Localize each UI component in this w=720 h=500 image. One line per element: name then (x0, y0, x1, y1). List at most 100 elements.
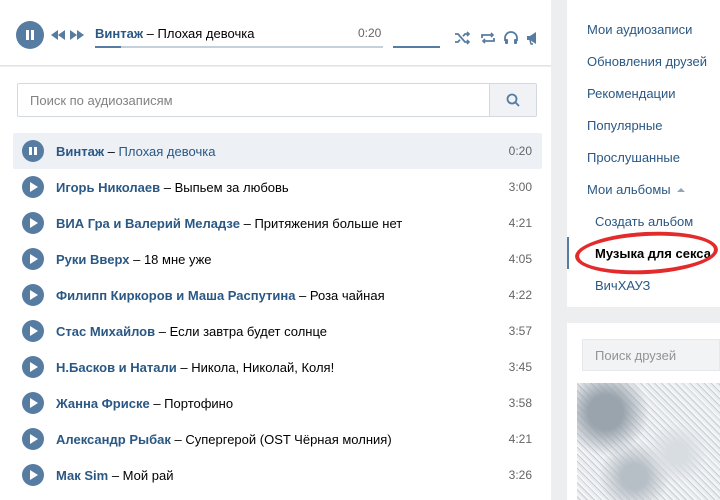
sidebar-item-my-albums[interactable]: Мои альбомы (587, 182, 685, 197)
track-title: Игорь Николаев – Выпьем за любовь (56, 180, 289, 195)
track-artist[interactable]: Александр Рыбак (56, 432, 171, 447)
sidebar-item-recommendations[interactable]: Рекомендации (587, 86, 676, 101)
track-song: Портофино (164, 396, 234, 411)
search-button[interactable] (489, 84, 536, 116)
track-row[interactable]: Игорь Николаев – Выпьем за любовь 3:00 (13, 169, 542, 205)
broadcast-icon[interactable] (525, 30, 541, 46)
play-icon (30, 470, 38, 480)
track-list: Винтаж – Плохая девочка 0:20 Игорь Никол… (13, 133, 542, 493)
pause-icon (29, 147, 32, 155)
now-playing-artist[interactable]: Винтаж (95, 26, 143, 41)
play-button[interactable] (22, 392, 44, 414)
track-duration: 3:45 (508, 360, 532, 374)
track-row[interactable]: Александр Рыбак – Супергерой (OST Чёрная… (13, 421, 542, 457)
track-artist[interactable]: ВИА Гра и Валерий Меладзе (56, 216, 240, 231)
track-song: Притяжения больше нет (254, 216, 403, 231)
play-icon (30, 326, 38, 336)
track-title: Филипп Киркоров и Маша Распутина – Роза … (56, 288, 385, 303)
friends-search-input[interactable] (582, 339, 720, 371)
track-duration: 0:20 (508, 144, 532, 158)
progress-bar[interactable] (95, 46, 383, 48)
play-button[interactable] (22, 284, 44, 306)
track-title: ВИА Гра и Валерий Меладзе – Притяжения б… (56, 216, 403, 231)
track-duration: 4:21 (508, 216, 532, 230)
track-row[interactable]: Н.Басков и Натали – Никола, Николай, Кол… (13, 349, 542, 385)
play-button[interactable] (22, 176, 44, 198)
audio-player: Винтаж – Плохая девочка 0:20 (0, 0, 551, 66)
track-row[interactable]: Мак Sim – Мой рай 3:26 (13, 457, 542, 493)
album-create[interactable]: Создать альбом (595, 214, 693, 229)
sidebar-item-popular[interactable]: Популярные (587, 118, 662, 133)
selected-indicator (567, 237, 569, 269)
track-duration: 3:57 (508, 324, 532, 338)
track-artist[interactable]: Филипп Киркоров и Маша Распутина (56, 288, 295, 303)
track-row[interactable]: Руки Вверх – 18 мне уже 4:05 (13, 241, 542, 277)
track-artist[interactable]: Жанна Фриске (56, 396, 150, 411)
prev-icon[interactable] (51, 30, 65, 40)
play-button[interactable] (22, 428, 44, 450)
track-title: Н.Басков и Натали – Никола, Николай, Кол… (56, 360, 335, 375)
track-artist[interactable]: Игорь Николаев (56, 180, 160, 195)
chevron-up-icon (676, 188, 685, 192)
sidebar-item-listened[interactable]: Прослушанные (587, 150, 680, 165)
audio-sidebar: Мои аудиозаписи Обновления друзей Рекоме… (567, 0, 720, 307)
track-duration: 4:05 (508, 252, 532, 266)
play-icon (30, 398, 38, 408)
track-row[interactable]: Жанна Фриске – Портофино 3:58 (13, 385, 542, 421)
track-song: Мой рай (122, 468, 174, 483)
track-artist[interactable]: Стас Михайлов (56, 324, 155, 339)
track-song: 18 мне уже (143, 252, 212, 267)
play-icon (30, 434, 38, 444)
track-duration: 3:26 (508, 468, 532, 482)
play-button[interactable] (22, 356, 44, 378)
play-icon (30, 290, 38, 300)
track-duration: 3:58 (508, 396, 532, 410)
track-title: Винтаж – Плохая девочка (56, 144, 216, 159)
track-artist[interactable]: Н.Басков и Натали (56, 360, 177, 375)
play-icon (30, 254, 38, 264)
audio-search (17, 83, 537, 117)
friend-avatar[interactable] (577, 383, 720, 500)
search-icon (506, 93, 520, 107)
album-item[interactable]: ВичХАУЗ (595, 278, 650, 293)
sidebar-item-label: Мои альбомы (587, 182, 671, 197)
track-title: Стас Михайлов – Если завтра будет солнце (56, 324, 327, 339)
headphones-icon[interactable] (503, 30, 519, 46)
track-song: Супергерой (OST Чёрная молния) (185, 432, 392, 447)
volume-slider[interactable] (393, 46, 440, 48)
audio-search-input[interactable] (18, 84, 490, 116)
play-button[interactable] (22, 248, 44, 270)
sidebar-item-friends-updates[interactable]: Обновления друзей (587, 54, 707, 69)
now-playing-time: 0:20 (358, 26, 382, 40)
track-song: Плохая девочка (118, 144, 216, 159)
play-button[interactable] (22, 464, 44, 486)
track-row[interactable]: Винтаж – Плохая девочка 0:20 (13, 133, 542, 169)
track-title: Александр Рыбак – Супергерой (OST Чёрная… (56, 432, 392, 447)
track-artist[interactable]: Мак Sim (56, 468, 108, 483)
track-duration: 4:22 (508, 288, 532, 302)
track-song: Выпьем за любовь (174, 180, 289, 195)
play-button[interactable] (22, 320, 44, 342)
pause-button[interactable] (22, 140, 44, 162)
pause-button[interactable] (16, 21, 44, 49)
track-song: Никола, Николай, Коля! (191, 360, 335, 375)
sidebar-item-my-audio[interactable]: Мои аудиозаписи (587, 22, 692, 37)
next-icon[interactable] (70, 30, 84, 40)
track-title: Жанна Фриске – Портофино (56, 396, 234, 411)
track-title: Мак Sim – Мой рай (56, 468, 174, 483)
track-artist[interactable]: Винтаж (56, 144, 104, 159)
track-row[interactable]: Филипп Киркоров и Маша Распутина – Роза … (13, 277, 542, 313)
play-button[interactable] (22, 212, 44, 234)
track-duration: 4:21 (508, 432, 532, 446)
track-artist[interactable]: Руки Вверх (56, 252, 129, 267)
track-title: Руки Вверх – 18 мне уже (56, 252, 212, 267)
track-row[interactable]: ВИА Гра и Валерий Меладзе – Притяжения б… (13, 205, 542, 241)
now-playing-title: Винтаж – Плохая девочка (95, 26, 255, 41)
play-icon (30, 182, 38, 192)
track-row[interactable]: Стас Михайлов – Если завтра будет солнце… (13, 313, 542, 349)
track-song: Роза чайная (309, 288, 385, 303)
pause-icon (26, 30, 29, 40)
repeat-icon[interactable] (480, 30, 496, 46)
shuffle-icon[interactable] (454, 30, 470, 46)
play-icon (30, 362, 38, 372)
